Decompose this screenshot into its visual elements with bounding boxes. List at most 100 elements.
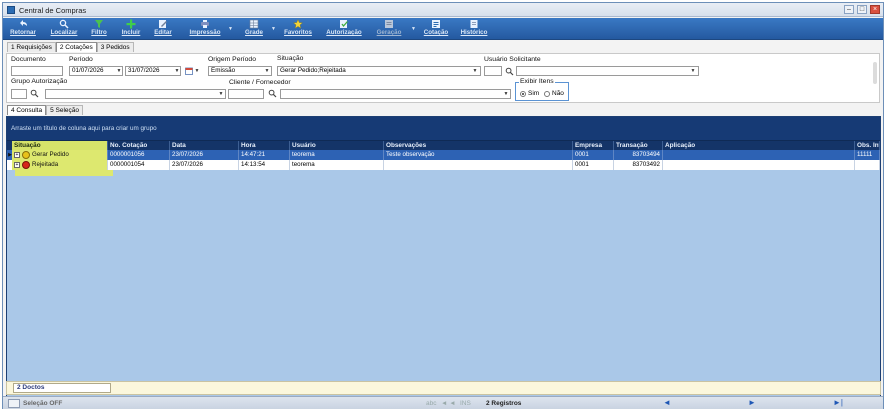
print-icon	[200, 19, 210, 29]
tab-pedidos[interactable]: 3 Pedidos	[96, 42, 134, 52]
grupo-autorizacao-label: Grupo Autorização	[11, 78, 68, 85]
cell-data: 23/07/2026	[170, 150, 239, 160]
periodo-label: Período	[69, 56, 93, 63]
add-icon	[126, 19, 136, 29]
documents-count: 2 Doctos	[13, 383, 111, 393]
cell-obs-int: 11111	[855, 150, 880, 160]
quote-icon	[431, 19, 441, 29]
cliente-nome-select[interactable]	[280, 89, 511, 99]
table-row[interactable]: + Rejeitada 0000001054 23/07/2026 14:13:…	[7, 160, 880, 170]
cell-situacao: + Rejeitada	[12, 160, 108, 170]
window-title: Central de Compras	[19, 6, 87, 15]
geracao-dropdown-icon[interactable]: ▼	[411, 26, 416, 32]
close-button[interactable]: ×	[870, 5, 880, 14]
next-record-icon[interactable]: ►	[748, 398, 756, 408]
periodo-inicio-dropdown-icon[interactable]: ▼	[115, 67, 123, 75]
grupo-search-icon[interactable]	[30, 89, 39, 98]
calendar-dropdown-icon[interactable]: ▼	[193, 67, 201, 75]
usuario-search-icon[interactable]	[505, 67, 514, 76]
cell-usuario: teorema	[290, 160, 384, 170]
star-icon	[293, 19, 303, 29]
minimize-button[interactable]: –	[844, 5, 854, 14]
grupo-dropdown-icon[interactable]: ▼	[217, 90, 225, 98]
periodo-fim-dropdown-icon[interactable]: ▼	[173, 67, 181, 75]
cell-observacoes	[384, 160, 573, 170]
expand-icon[interactable]: +	[14, 152, 20, 158]
last-record-icon[interactable]: ►|	[833, 398, 843, 408]
tab-selecao[interactable]: 5 Seleção	[46, 105, 83, 115]
app-icon	[7, 6, 15, 14]
exibir-nao-radio[interactable]: Não	[544, 90, 564, 97]
incluir-button[interactable]: Incluir	[119, 19, 143, 39]
grid-header: Situação No. Cotação Data Hora Usuário O…	[7, 140, 880, 151]
maximize-button[interactable]: □	[857, 5, 867, 14]
abc-indicator: abc	[426, 400, 437, 407]
editar-button[interactable]: Editar	[152, 19, 174, 39]
retornar-button[interactable]: Retornar	[7, 19, 39, 39]
tab-requisicoes[interactable]: 1 Requisições	[7, 42, 56, 52]
situacao-label: Situação	[277, 55, 304, 62]
situacao-dropdown-icon[interactable]: ▼	[471, 67, 479, 75]
usuario-nome-select[interactable]	[516, 66, 699, 76]
generate-icon	[384, 19, 394, 29]
cell-transacao: 83703492	[614, 160, 663, 170]
filtro-button[interactable]: Filtro	[88, 19, 110, 39]
cliente-dropdown-icon[interactable]: ▼	[502, 90, 510, 98]
search-icon	[59, 19, 69, 29]
cell-situacao: + Gerar Pedido	[12, 150, 108, 160]
tab-cotacoes[interactable]: 2 Cotações	[55, 42, 97, 52]
documento-field[interactable]	[11, 66, 63, 76]
return-icon	[18, 19, 28, 29]
origem-dropdown-icon[interactable]: ▼	[263, 67, 271, 75]
cliente-fornecedor-label: Cliente / Fornecedor	[229, 79, 291, 86]
grade-dropdown-icon[interactable]: ▼	[271, 26, 276, 32]
grid-icon	[249, 19, 259, 29]
autorizacao-button[interactable]: Autorização	[323, 19, 365, 39]
registros-count: 2 Registros	[486, 400, 522, 407]
cell-hora: 14:13:54	[239, 160, 290, 170]
filter-panel: Documento Período 01/07/2026 ▼ 31/07/202…	[6, 53, 880, 103]
cell-data: 23/07/2026	[170, 160, 239, 170]
usuario-solicitante-label: Usuário Solicitante	[484, 56, 541, 63]
historico-button[interactable]: Histórico	[458, 19, 490, 39]
impressao-button[interactable]: Impressão	[186, 19, 224, 39]
table-row[interactable]: ▶ + Gerar Pedido 0000001056 23/07/2026 1…	[7, 150, 880, 160]
previous-record-icon[interactable]: ◄	[663, 398, 671, 408]
cliente-codigo-field[interactable]	[228, 89, 264, 99]
cell-obs-int	[855, 160, 880, 170]
nav-indicator: ◄ ◄	[441, 400, 456, 407]
impressao-dropdown-icon[interactable]: ▼	[228, 26, 233, 32]
grid-footer: 2 Doctos	[6, 381, 881, 395]
geracao-button[interactable]: Geração	[373, 19, 405, 39]
localizar-button[interactable]: Localizar	[47, 19, 81, 39]
exibir-itens-group: Exibir Itens Sim Não	[515, 78, 569, 101]
history-icon	[469, 19, 479, 29]
usuario-codigo-field[interactable]	[484, 66, 502, 76]
exibir-itens-label: Exibir Itens	[519, 78, 555, 85]
cliente-search-icon[interactable]	[268, 89, 277, 98]
situacao-select[interactable]: Gerar Pedido;Rejeitada	[277, 66, 481, 76]
ins-indicator: INS	[460, 400, 471, 407]
calendar-icon[interactable]	[185, 67, 193, 75]
exibir-sim-radio[interactable]: Sim	[520, 90, 539, 97]
cell-cotacao: 0000001056	[108, 150, 170, 160]
cell-aplicacao	[663, 160, 855, 170]
tab-consulta[interactable]: 4 Consulta	[7, 105, 47, 115]
group-by-panel[interactable]: Arraste um título de coluna aqui para cr…	[7, 117, 880, 140]
authorize-icon	[339, 19, 349, 29]
status-red-icon	[22, 161, 30, 169]
grupo-codigo-field[interactable]	[11, 89, 27, 99]
favoritos-button[interactable]: Favoritos	[282, 19, 314, 39]
radio-unchecked-icon	[544, 90, 550, 97]
usuario-dropdown-icon[interactable]: ▼	[689, 67, 697, 75]
cotacao-button[interactable]: Cotação	[421, 19, 451, 39]
expand-icon[interactable]: +	[14, 162, 20, 168]
results-grid: Arraste um título de coluna aqui para cr…	[6, 116, 881, 398]
grupo-nome-select[interactable]	[45, 89, 226, 99]
cell-hora: 14:47:21	[239, 150, 290, 160]
filter-panel-scrollbar[interactable]	[873, 62, 877, 84]
grade-button[interactable]: Grade	[243, 19, 265, 39]
cell-empresa: 0001	[573, 160, 614, 170]
selecao-status[interactable]: Seleção OFF	[23, 399, 62, 408]
cell-usuario: teorema	[290, 150, 384, 160]
